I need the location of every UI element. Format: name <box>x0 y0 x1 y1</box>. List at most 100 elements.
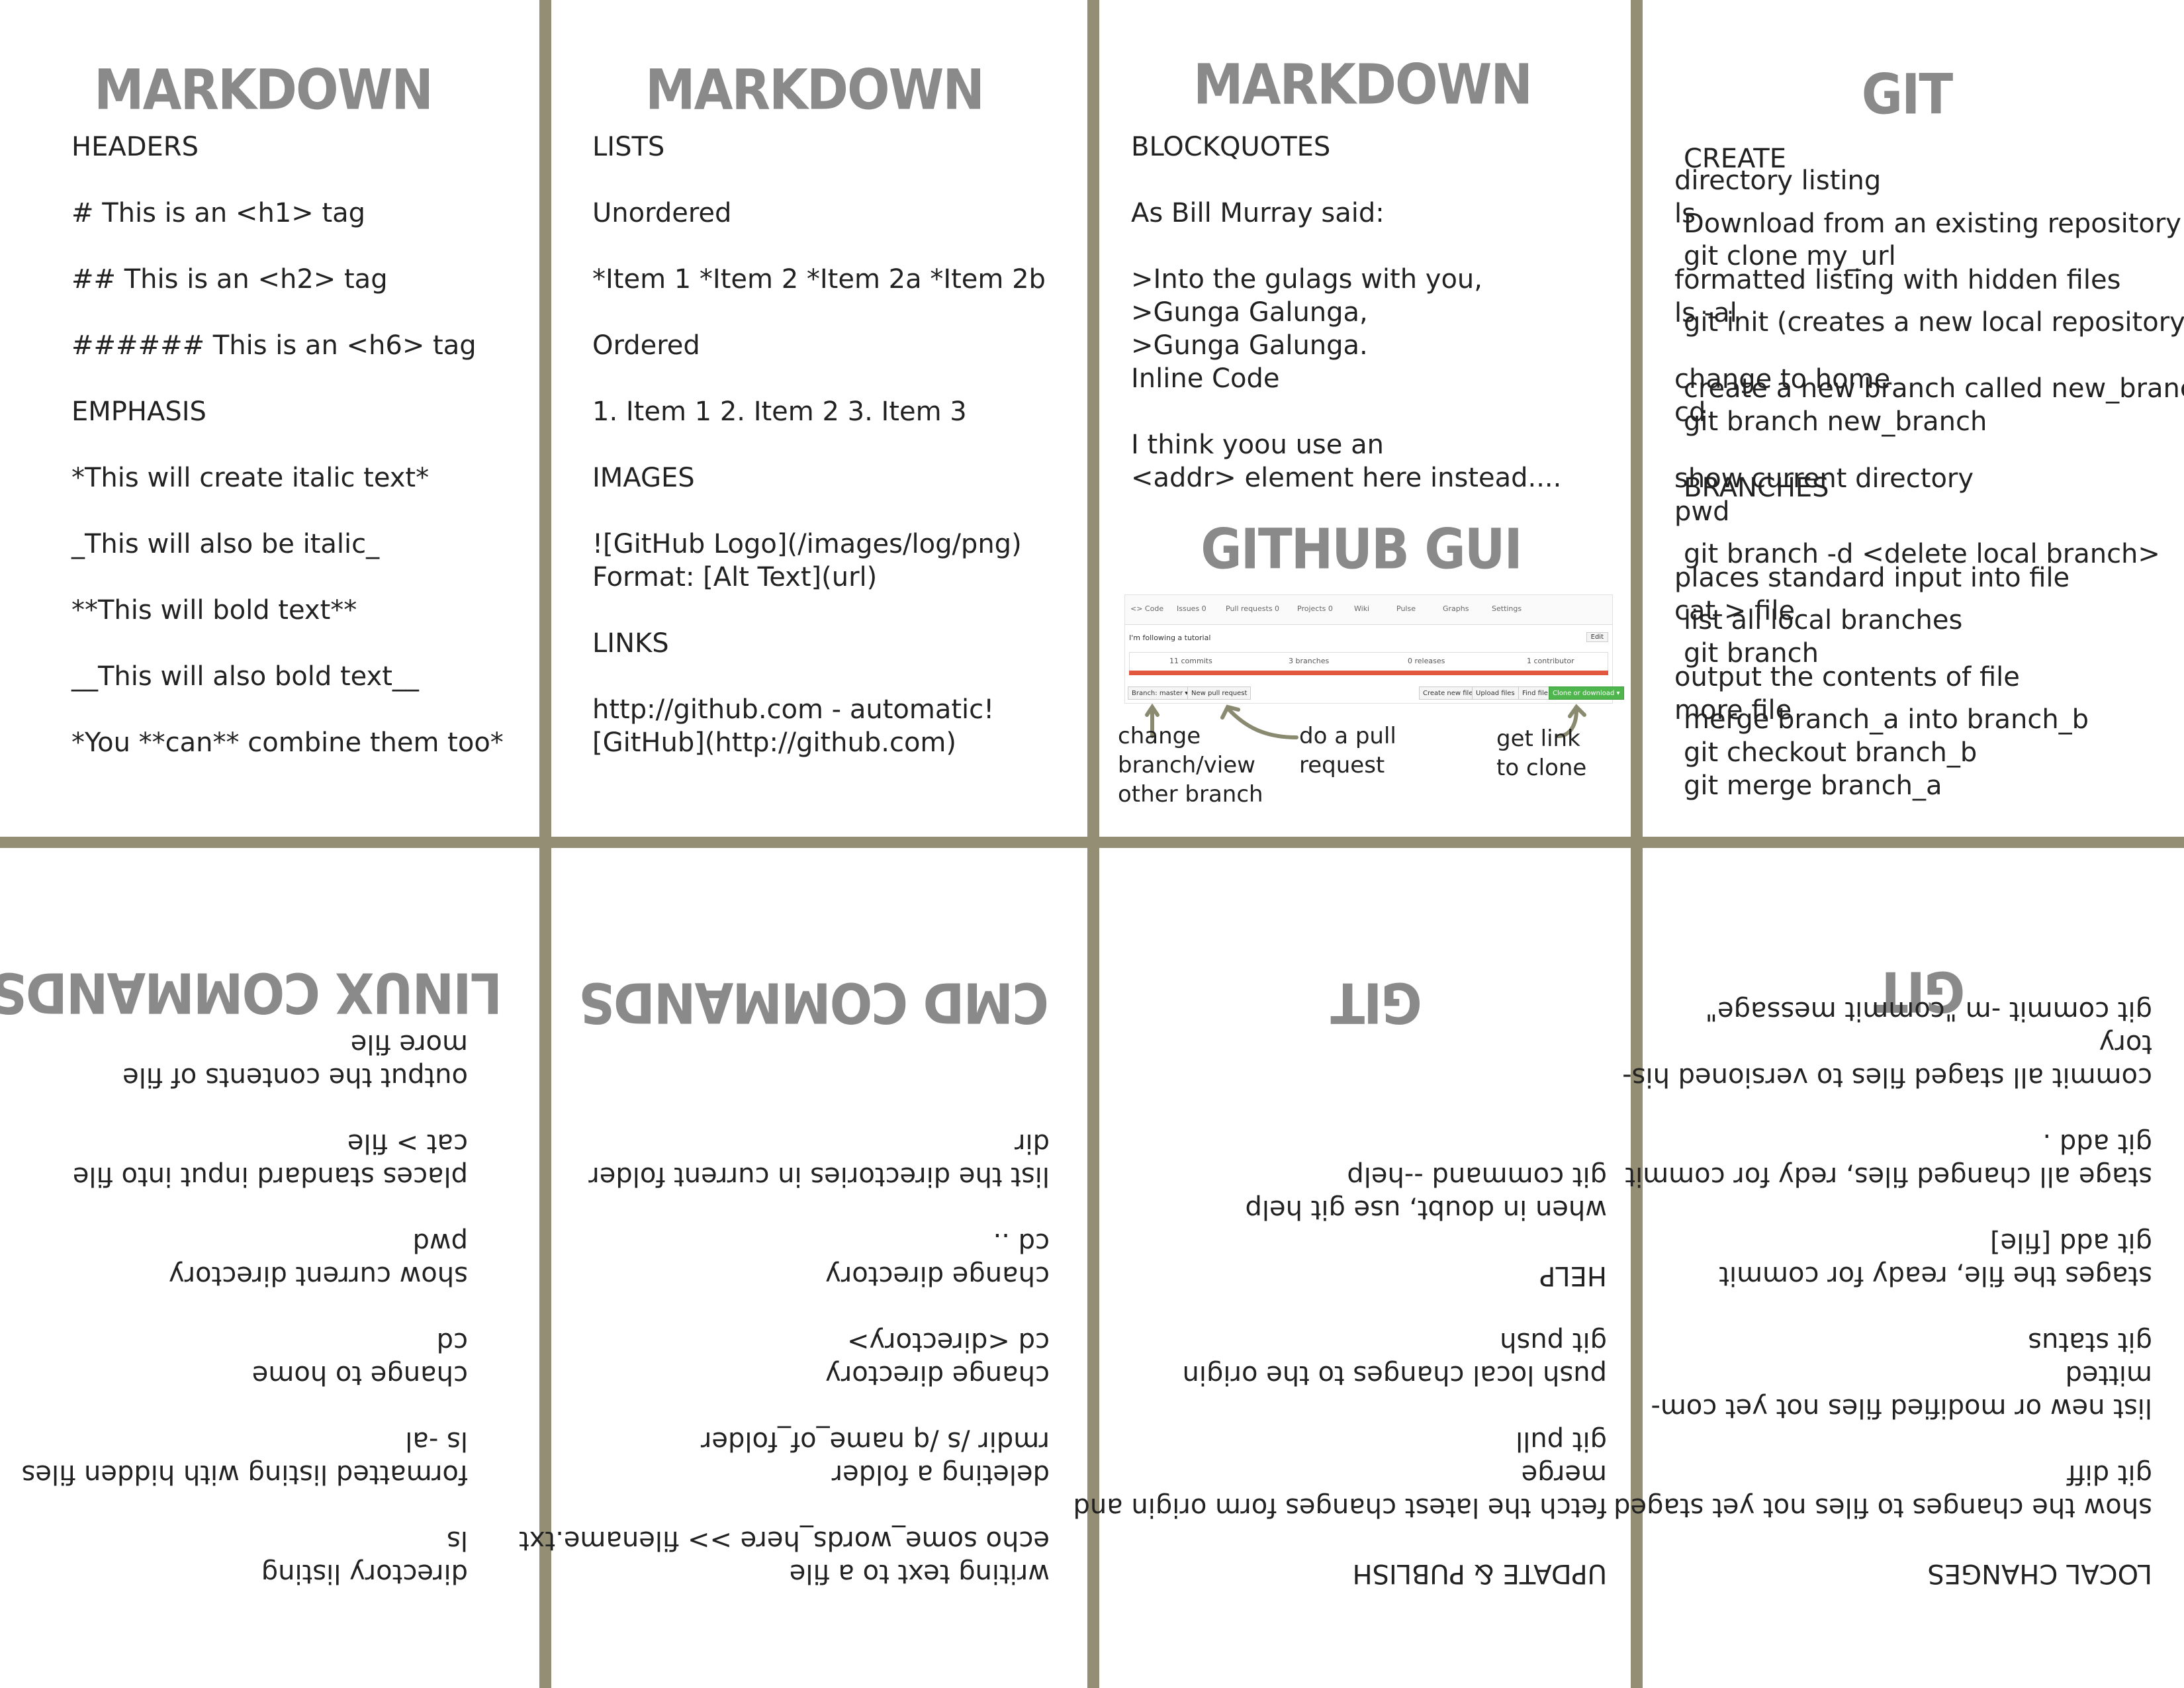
text-line: output the contents of file <box>122 1062 468 1092</box>
branch-select-button[interactable]: Branch: master ▾ <box>1128 686 1193 700</box>
text-line: UPDATE & PUBLISH <box>1352 1558 1607 1589</box>
tab-projects[interactable]: Projects 0 <box>1297 604 1333 613</box>
text-line: *You **can** combine them too* <box>71 727 504 758</box>
text-line: *Item 1 *Item 2 *Item 2a *Item 2b <box>592 264 1046 295</box>
text-line: I think yoou use an <box>1131 430 1384 460</box>
git-create-branches-panel: GIT CREATE directory listing ls Download fr… <box>1643 0 2184 834</box>
tab-issues[interactable]: Issues 0 <box>1177 604 1206 613</box>
text-line <box>1131 230 1561 263</box>
text-line <box>1073 1524 1607 1557</box>
upload-files-button[interactable]: Upload files <box>1472 686 1519 700</box>
panel-title: CMD COMMANDS <box>580 970 1049 1035</box>
text-line: BRANCHES <box>1684 473 1829 503</box>
text-line: **This will bold text** <box>71 595 357 626</box>
text-line: cd <directory> <box>846 1327 1050 1357</box>
tab-graphs[interactable]: Graphs <box>1443 604 1469 613</box>
text-line: formatted listing with hidden files <box>21 1459 468 1489</box>
text-line: http://github.com - automatic! <box>592 694 995 725</box>
text-line: dir <box>1015 1128 1050 1158</box>
text-line <box>22 1193 468 1226</box>
text-line: git init (creates a new local repository… <box>1684 307 2184 338</box>
text-line: create a new branch called new_branch <box>1684 373 2184 404</box>
text-line <box>592 230 1046 263</box>
text-line: >Gunga Galunga, <box>1131 297 1368 328</box>
text-line: git branch new_branch <box>1684 406 1987 437</box>
create-new-file-button[interactable]: Create new file <box>1419 686 1477 700</box>
text-line <box>71 296 504 329</box>
panel-text: LOCAL CHANGES show the changes to files n… <box>1614 994 2152 1590</box>
find-file-button[interactable]: Find file <box>1518 686 1552 700</box>
panel-title: LINUX COMMANDS <box>0 960 502 1025</box>
text-line <box>519 1491 1050 1524</box>
commits-count[interactable]: 11 commits <box>1169 657 1212 665</box>
new-pull-request-button[interactable]: New pull request <box>1187 686 1251 700</box>
text-line <box>71 693 504 726</box>
panel-title: GIT <box>1332 970 1422 1035</box>
contributors-count[interactable]: 1 contributor <box>1527 657 1574 665</box>
repo-stats-bar: 11 commits 3 branches 0 releases 1 contr… <box>1129 652 1608 672</box>
markdown-blockquotes-panel: MARKDOWN BLOCKQUOTES As Bill Murray said:… <box>1099 0 1639 834</box>
text-line: commit all staged files to versioned his… <box>1622 1062 2152 1092</box>
text-line: git add [file] <box>1989 1227 2152 1258</box>
text-line: git add . <box>2042 1128 2152 1158</box>
panel-title: GIT <box>1861 62 1954 127</box>
text-line: writing text to a file <box>789 1558 1050 1589</box>
text-line: list new or modified files not yet com- <box>1651 1393 2152 1423</box>
annotation-branch: change branch/view other branch <box>1118 723 1263 808</box>
text-line: output the contents of file <box>1674 662 2020 692</box>
text-line <box>71 428 504 461</box>
text-line <box>592 594 1046 627</box>
text-line: ls -al <box>405 1426 468 1456</box>
text-line <box>592 494 1046 528</box>
text-line: mitted <box>2065 1360 2152 1390</box>
text-line: places standard input into file <box>72 1161 468 1192</box>
text-line: git checkout branch_b <box>1684 737 1978 768</box>
branches-count[interactable]: 3 branches <box>1289 657 1329 665</box>
panel-text: BLOCKQUOTES As Bill Murray said: >Into the… <box>1131 130 1561 494</box>
text-line: __This will also bold text__ <box>71 661 419 692</box>
text-line <box>22 1292 468 1325</box>
text-line: tory <box>2099 1029 2152 1059</box>
annotation-pull-request: do a pull request <box>1299 723 1396 778</box>
text-line: rmdir /s /q name_of_folder <box>700 1426 1050 1456</box>
text-line: >Gunga Galunga. <box>1131 330 1368 361</box>
text-line: merge branch_a into branch_b <box>1684 704 2089 735</box>
clone-or-download-button[interactable]: Clone or download ▾ <box>1549 686 1624 700</box>
text-line <box>592 362 1046 395</box>
horizontal-divider <box>0 837 2184 848</box>
text-line: git status <box>2028 1327 2152 1357</box>
tab-pulse[interactable]: Pulse <box>1396 604 1416 613</box>
edit-button[interactable]: Edit <box>1586 632 1608 642</box>
annotation-clone: get link to clone <box>1496 726 1587 781</box>
releases-count[interactable]: 0 releases <box>1408 657 1445 665</box>
text-line: change to home <box>251 1360 468 1390</box>
text-line: [GitHub](http://github.com) <box>592 727 956 758</box>
panel-title: MARKDOWN <box>1193 52 1533 117</box>
tab-wiki[interactable]: Wiki <box>1354 604 1369 613</box>
text-line <box>519 1391 1050 1425</box>
text-line: show current directory <box>168 1260 468 1291</box>
text-line <box>1073 1226 1607 1259</box>
text-line <box>519 1193 1050 1226</box>
text-line: git diff <box>2067 1459 2152 1489</box>
tab-pull-requests[interactable]: Pull requests 0 <box>1226 604 1279 613</box>
text-line: git merge branch_a <box>1684 771 1942 801</box>
tab-code[interactable]: <> Code <box>1130 604 1163 613</box>
text-line: ###### This is an <h6> tag <box>71 330 477 361</box>
text-line: cd <box>436 1327 468 1357</box>
github-repo-screenshot: <> Code Issues 0 Pull requests 0 Project… <box>1124 594 1624 704</box>
text-line: <addr> element here instead.... <box>1131 463 1562 493</box>
cmd-commands-panel: CMD COMMANDS writing text to a file echo … <box>519 848 1091 1688</box>
text-line <box>1131 395 1561 428</box>
text-line: git push <box>1500 1327 1607 1357</box>
text-line: # This is an <h1> tag <box>71 198 366 228</box>
repo-tab-bar: <> Code Issues 0 Pull requests 0 Project… <box>1125 595 1612 625</box>
panel-title: MARKDOWN <box>645 57 985 122</box>
text-line <box>1073 1292 1607 1325</box>
text-line: directory listing <box>1674 165 1882 196</box>
tab-settings[interactable]: Settings <box>1492 604 1522 613</box>
repo-description: I'm following a tutorial <box>1129 633 1211 642</box>
text-line: list the directories in current folder <box>588 1161 1050 1192</box>
panel-text: LISTS Unordered *Item 1 *Item 2 *Item 2a *… <box>592 130 1046 759</box>
text-line <box>519 1292 1050 1325</box>
